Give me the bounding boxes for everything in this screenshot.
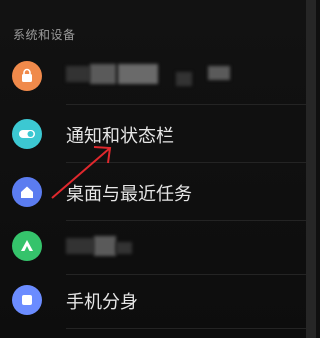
triangle-icon xyxy=(12,231,42,261)
section-title: 系统和设备 xyxy=(13,28,76,42)
settings-item-desktop[interactable]: 桌面与最近任务 xyxy=(0,164,306,219)
redacted-text xyxy=(116,242,132,254)
settings-item-label: 通知和状态栏 xyxy=(66,126,174,147)
redacted-text xyxy=(66,66,90,82)
home-icon xyxy=(12,177,42,207)
divider xyxy=(66,104,306,105)
redacted-text xyxy=(66,238,94,254)
redacted-text xyxy=(90,64,116,84)
redacted-text xyxy=(94,236,116,256)
settings-item-app-clone[interactable]: 手机分身 xyxy=(0,272,306,327)
scroll-edge xyxy=(306,0,316,338)
settings-item-label: 手机分身 xyxy=(66,292,138,313)
settings-item-blurred-1[interactable] xyxy=(0,48,306,103)
lock-app-icon xyxy=(12,61,42,91)
square-icon xyxy=(12,285,42,315)
settings-item-blurred-2[interactable] xyxy=(0,218,306,273)
divider xyxy=(66,162,306,163)
redacted-text xyxy=(208,66,230,80)
settings-item-notifications[interactable]: 通知和状态栏 xyxy=(0,106,306,161)
redacted-text xyxy=(118,64,158,84)
redacted-text xyxy=(176,72,192,86)
settings-panel: 系统和设备 通知和状态栏 桌面与最近任务 手机分身 xyxy=(0,0,316,338)
toggle-icon xyxy=(12,119,42,149)
settings-item-label: 桌面与最近任务 xyxy=(66,184,192,205)
divider xyxy=(66,328,306,329)
